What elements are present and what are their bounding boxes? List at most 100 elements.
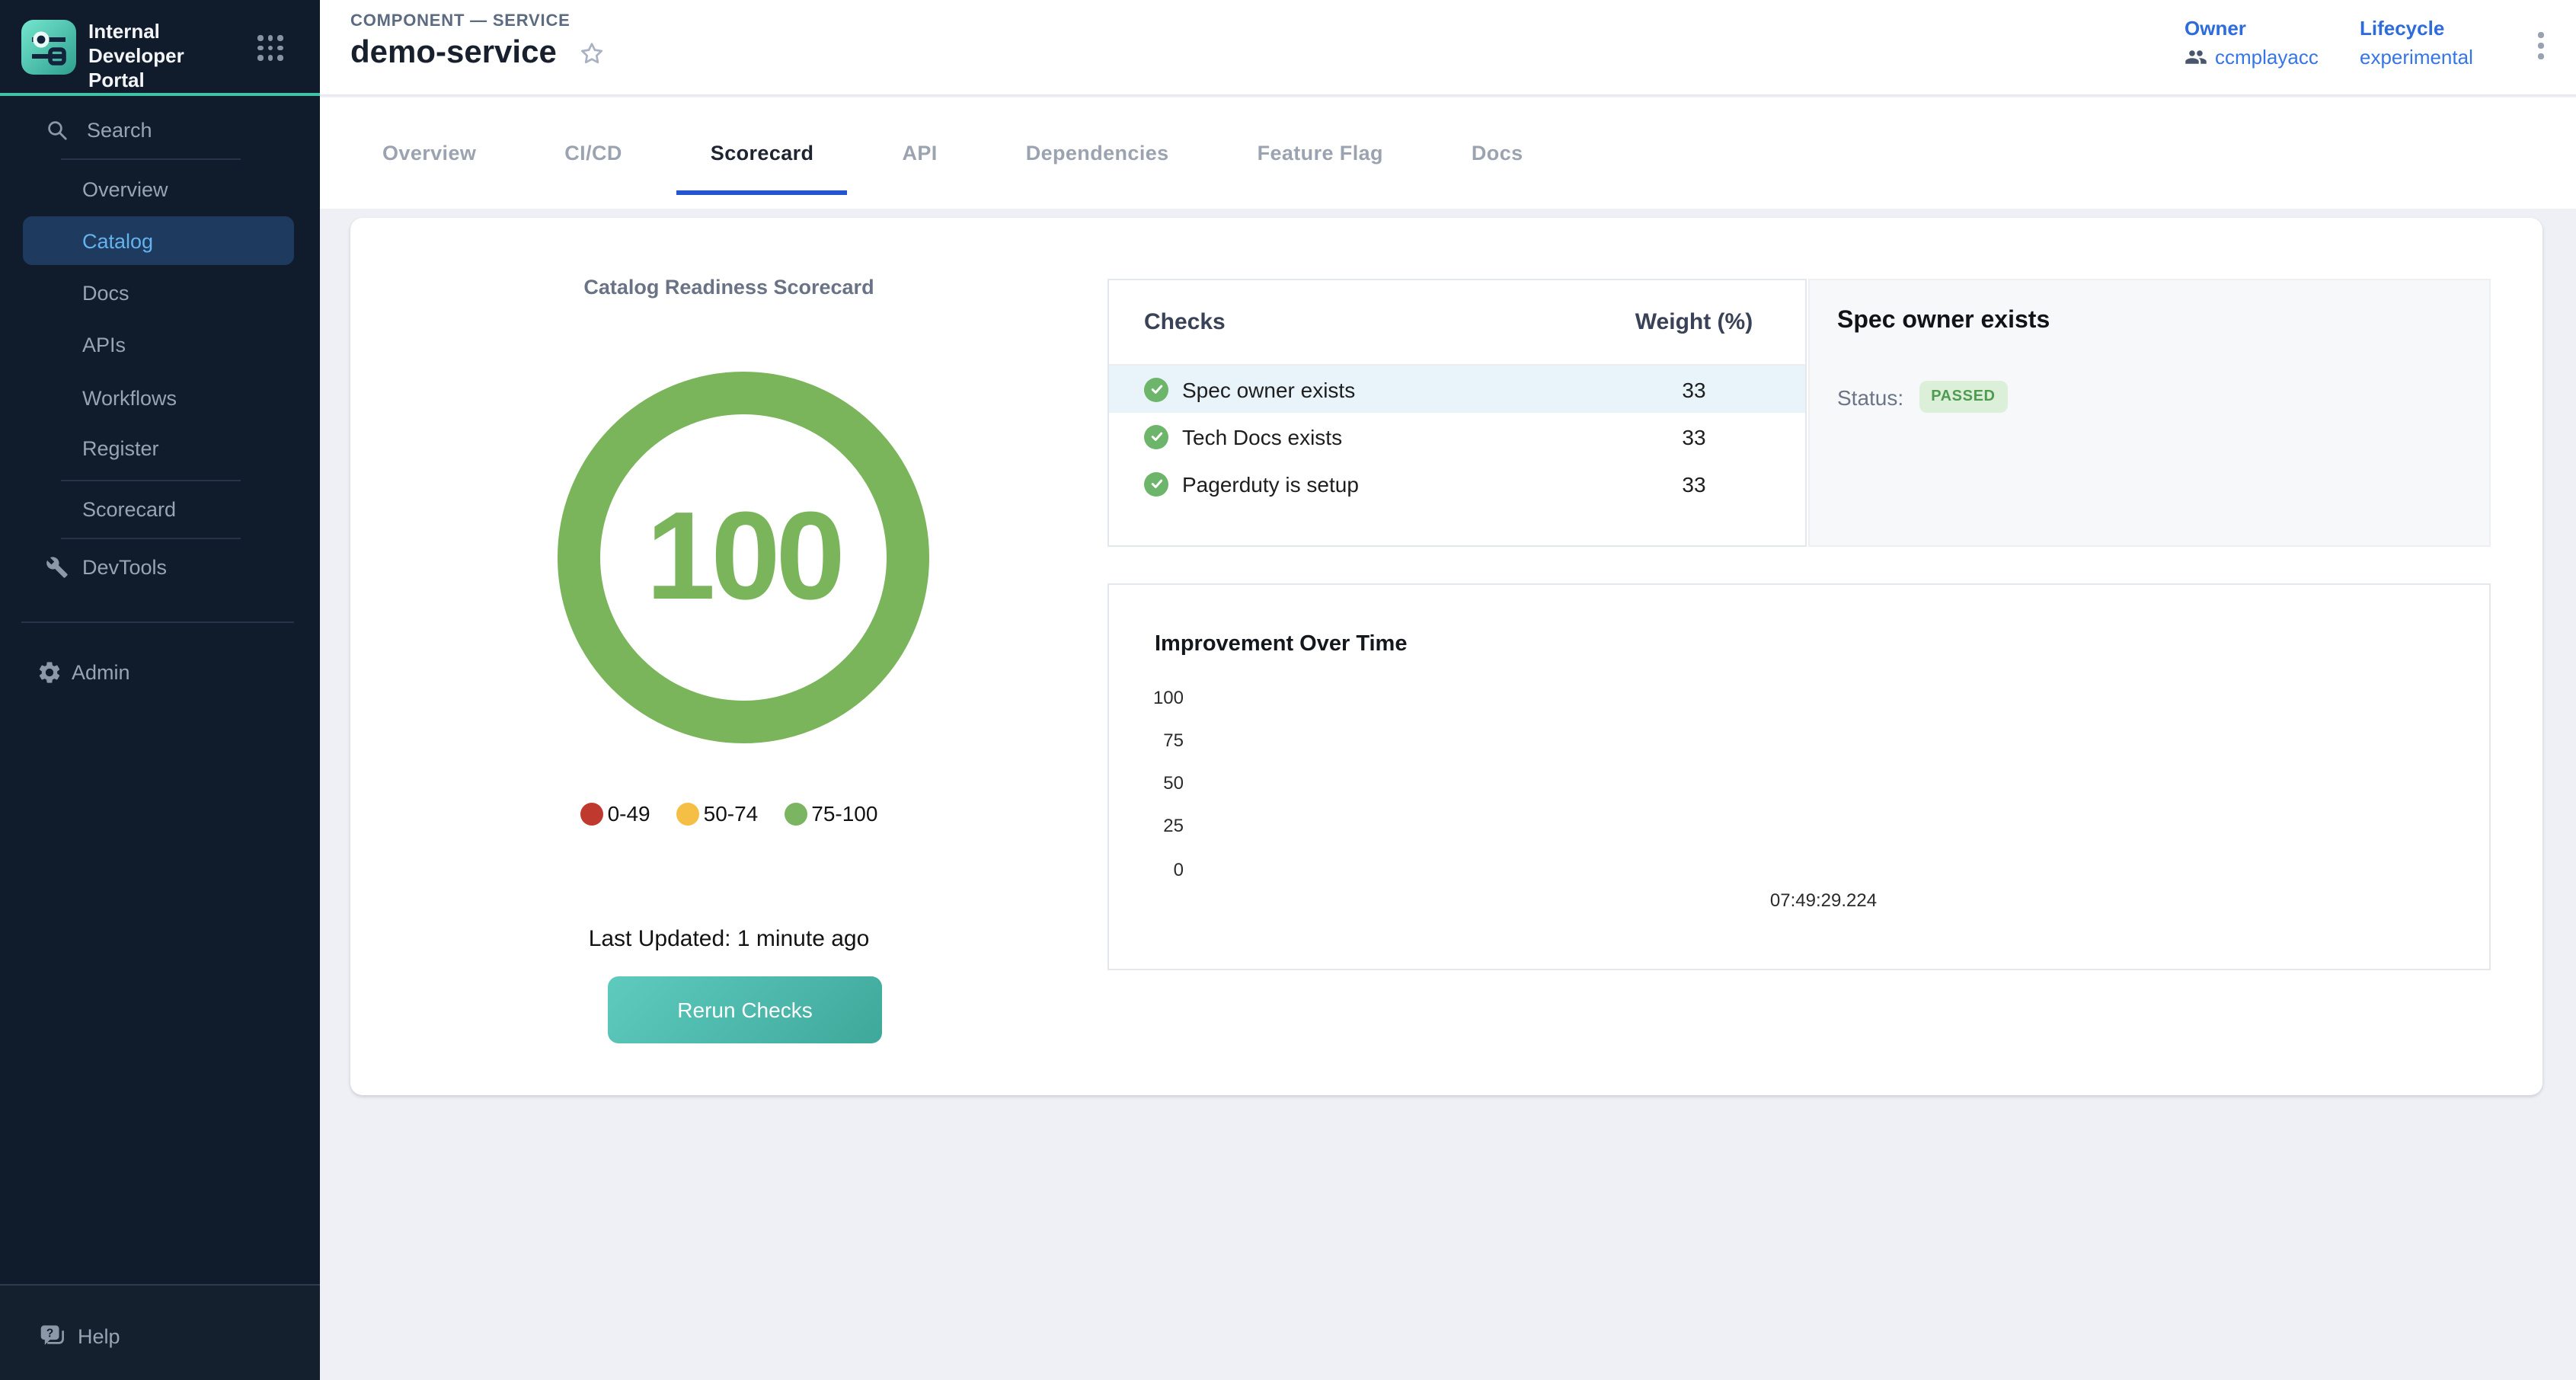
improvement-chart-panel: Improvement Over Time 100 75 50 25 0 07:… [1107, 583, 2491, 970]
sidebar-item-docs[interactable]: Docs [0, 268, 320, 317]
tab-feature-flag[interactable]: Feature Flag [1213, 97, 1427, 209]
checks-column-header: Checks [1109, 309, 1583, 335]
scorecard-card: Catalog Readiness Scorecard 100 0-49 50-… [350, 218, 2542, 1095]
main-area: COMPONENT — SERVICE demo-service Owner [320, 0, 2576, 1380]
tab-overview[interactable]: Overview [338, 97, 520, 209]
page-title: demo-service [350, 35, 557, 72]
app-root: Internal Developer Portal Search Overvie… [0, 0, 2576, 1380]
sidebar-item-label: Docs [82, 281, 129, 304]
sidebar-item-label: Help [78, 1324, 120, 1347]
tab-api[interactable]: API [858, 97, 981, 209]
check-row-pagerduty[interactable]: Pagerduty is setup 33 [1109, 460, 1805, 507]
entity-tabs-bar: Overview CI/CD Scorecard API Dependencie… [320, 97, 2576, 209]
sidebar-item-label: DevTools [82, 555, 167, 578]
more-options-kebab-icon[interactable] [2532, 26, 2549, 65]
lifecycle-value: experimental [2360, 46, 2473, 69]
score-gauge: 100 [558, 372, 929, 743]
tab-label: Feature Flag [1258, 142, 1383, 165]
sidebar-item-label: Catalog [82, 229, 153, 252]
checks-panel: Checks Weight (%) Spec owner exists 33 [1107, 279, 1807, 547]
sidebar-item-catalog[interactable]: Catalog [23, 216, 294, 265]
sidebar-item-label: Scorecard [82, 497, 176, 520]
sidebar-item-label: Workflows [82, 386, 177, 409]
sidebar-search-label: Search [87, 118, 152, 141]
y-axis-tick: 0 [1123, 859, 1184, 880]
sidebar-item-scorecard[interactable]: Scorecard [0, 484, 320, 533]
tab-label: API [902, 142, 937, 165]
tab-label: Dependencies [1026, 142, 1169, 165]
gear-icon [37, 659, 62, 685]
check-detail-panel: Spec owner exists Status: PASSED [1808, 279, 2491, 547]
sidebar-item-register[interactable]: Register [0, 423, 320, 472]
sidebar-item-label: Admin [72, 660, 130, 683]
sidebar-item-workflows[interactable]: Workflows [0, 373, 320, 422]
legend-green-dot [784, 802, 807, 825]
check-detail-title: Spec owner exists [1837, 308, 2050, 335]
sidebar-item-help[interactable]: ? Help [0, 1311, 320, 1360]
legend-red-dot [580, 802, 603, 825]
owner-meta: Owner ccmplayacc [2184, 17, 2319, 69]
sidebar-accent-divider [0, 93, 320, 96]
tab-label: Overview [382, 142, 476, 165]
y-axis-tick: 25 [1123, 815, 1184, 836]
apps-grid-icon[interactable] [257, 35, 283, 61]
rerun-checks-button[interactable]: Rerun Checks [608, 976, 882, 1043]
check-passed-icon [1144, 424, 1168, 449]
tab-docs[interactable]: Docs [1427, 97, 1568, 209]
sidebar-item-search[interactable]: Search [0, 105, 320, 154]
check-name: Pagerduty is setup [1182, 471, 1359, 496]
legend-item-low: 0-49 [580, 801, 650, 826]
x-axis-tick: 07:49:29.224 [1724, 890, 1922, 911]
tab-scorecard[interactable]: Scorecard [666, 97, 858, 209]
check-row-spec-owner[interactable]: Spec owner exists 33 [1109, 366, 1805, 413]
weight-column-header: Weight (%) [1583, 309, 1805, 335]
check-row-tech-docs[interactable]: Tech Docs exists 33 [1109, 413, 1805, 460]
tab-dependencies[interactable]: Dependencies [982, 97, 1213, 209]
tab-cicd[interactable]: CI/CD [520, 97, 666, 209]
sidebar-item-apis[interactable]: APIs [0, 320, 320, 369]
favorite-star-icon[interactable] [578, 39, 607, 68]
people-icon [2184, 46, 2207, 69]
wrench-icon [46, 555, 69, 578]
chart-title: Improvement Over Time [1155, 632, 1408, 656]
score-value: 100 [646, 486, 841, 629]
legend-label: 50-74 [704, 801, 759, 826]
portal-title: Internal Developer Portal [88, 20, 241, 93]
status-label: Status: [1837, 385, 1903, 409]
portal-logo-icon [21, 20, 76, 75]
sidebar-divider [61, 158, 241, 160]
owner-label: Owner [2184, 17, 2319, 40]
status-passed-badge: PASSED [1919, 381, 2007, 413]
entity-header: COMPONENT — SERVICE demo-service Owner [320, 0, 2576, 96]
sidebar-item-admin[interactable]: Admin [0, 647, 320, 696]
score-legend: 0-49 50-74 75-100 [350, 801, 1107, 826]
search-icon [46, 118, 69, 141]
lifecycle-label: Lifecycle [2360, 17, 2473, 40]
check-weight: 33 [1583, 424, 1805, 449]
sidebar-item-overview[interactable]: Overview [0, 165, 320, 213]
check-weight: 33 [1583, 377, 1805, 401]
sidebar-item-label: Overview [82, 177, 168, 200]
y-axis-tick: 50 [1123, 772, 1184, 794]
sidebar-divider [61, 538, 241, 539]
sidebar-divider [61, 480, 241, 481]
sidebar-item-devtools[interactable]: DevTools [0, 542, 320, 591]
help-chat-icon: ? [40, 1324, 66, 1348]
tab-label: CI/CD [564, 142, 622, 165]
check-passed-icon [1144, 471, 1168, 496]
lifecycle-meta: Lifecycle experimental [2360, 17, 2473, 69]
check-weight: 33 [1583, 471, 1805, 496]
legend-item-mid: 50-74 [676, 801, 759, 826]
y-axis-tick: 100 [1123, 687, 1184, 708]
check-name: Tech Docs exists [1182, 424, 1342, 449]
y-axis-tick: 75 [1123, 730, 1184, 751]
owner-link[interactable]: ccmplayacc [2215, 46, 2319, 69]
sidebar-item-label: APIs [82, 333, 126, 356]
sidebar: Internal Developer Portal Search Overvie… [0, 0, 320, 1380]
scorecard-content: Catalog Readiness Scorecard 100 0-49 50-… [320, 209, 2576, 1380]
legend-label: 75-100 [811, 801, 877, 826]
legend-label: 0-49 [608, 801, 650, 826]
sidebar-item-label: Register [82, 436, 159, 459]
legend-item-high: 75-100 [784, 801, 877, 826]
tab-label: Docs [1472, 142, 1523, 165]
